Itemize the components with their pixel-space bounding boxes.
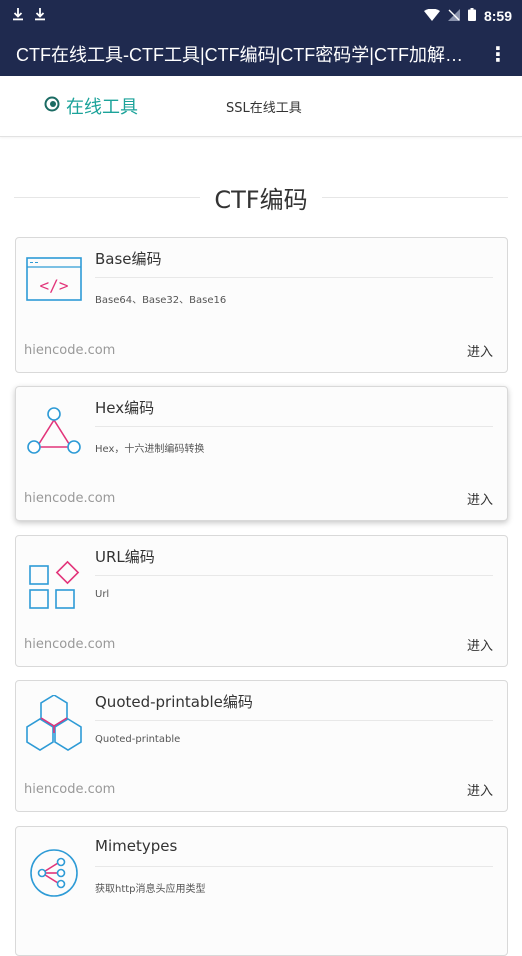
no-signal-icon — [447, 8, 460, 24]
download-icon — [34, 7, 46, 26]
divider — [95, 575, 493, 576]
share-nodes-icon — [24, 841, 84, 901]
card-title: URL编码 — [95, 548, 155, 566]
divider — [95, 277, 493, 278]
card-description: Quoted-printable — [95, 734, 181, 745]
card-description: Base64、Base32、Base16 — [95, 295, 227, 306]
tool-card-base[interactable]: </> Base编码 Base64、Base32、Base16 hiencode… — [15, 237, 508, 373]
divider — [95, 720, 493, 721]
card-footer: hiencode.com 进入 — [24, 489, 493, 508]
squares-diamond-icon — [24, 550, 84, 610]
status-bar: 8:59 — [0, 0, 522, 32]
status-time: 8:59 — [483, 8, 512, 24]
tool-card-mimetypes[interactable]: Mimetypes 获取http消息头应用类型 — [15, 826, 508, 956]
overflow-menu-button[interactable]: ⋮ — [486, 42, 510, 66]
card-title: Quoted-printable编码 — [95, 693, 253, 711]
code-window-icon: </> — [24, 252, 84, 312]
card-footer: hiencode.com 进入 — [24, 780, 493, 799]
tab-online-tools[interactable]: 在线工具 — [44, 93, 138, 119]
app-title: CTF在线工具-CTF工具|CTF编码|CTF密码学|CTF加解… — [16, 45, 463, 65]
enter-link[interactable]: 进入 — [467, 489, 493, 508]
divider — [95, 426, 493, 427]
card-domain: hiencode.com — [24, 782, 116, 797]
section-title: CTF编码 — [214, 186, 308, 214]
hexagons-icon — [24, 694, 84, 755]
wifi-icon — [423, 8, 440, 24]
section-heading: CTF编码 — [14, 180, 509, 215]
tab-label: SSL在线工具 — [226, 100, 302, 116]
tab-label: 在线工具 — [66, 97, 138, 118]
divider — [14, 197, 201, 198]
download-icon — [12, 7, 24, 26]
enter-link[interactable]: 进入 — [467, 780, 493, 799]
svg-text:</>: </> — [40, 276, 69, 295]
card-title: Hex编码 — [95, 399, 155, 417]
tool-card-hex[interactable]: Hex编码 Hex，十六进制编码转换 hiencode.com 进入 — [15, 386, 508, 521]
card-footer: hiencode.com 进入 — [24, 341, 493, 360]
divider — [321, 197, 509, 198]
battery-icon — [467, 8, 476, 24]
card-domain: hiencode.com — [24, 343, 116, 358]
card-description: 获取http消息头应用类型 — [95, 884, 206, 895]
app-bar: CTF在线工具-CTF工具|CTF编码|CTF密码学|CTF加解… ⋮ — [0, 32, 522, 76]
tab-ssl-tools[interactable]: SSL在线工具 — [226, 97, 302, 116]
eye-icon — [44, 96, 60, 117]
tool-card-url[interactable]: URL编码 Url hiencode.com 进入 — [15, 535, 508, 667]
card-title: Mimetypes — [95, 837, 178, 855]
card-footer: hiencode.com 进入 — [24, 635, 493, 654]
enter-link[interactable]: 进入 — [467, 635, 493, 654]
divider — [95, 866, 493, 867]
triangle-nodes-icon — [24, 401, 84, 461]
enter-link[interactable]: 进入 — [467, 341, 493, 360]
card-title: Base编码 — [95, 250, 162, 268]
card-domain: hiencode.com — [24, 491, 116, 506]
tab-bar: 在线工具 SSL在线工具 — [0, 76, 522, 137]
card-domain: hiencode.com — [24, 637, 116, 652]
card-description: Hex，十六进制编码转换 — [95, 444, 205, 455]
card-description: Url — [95, 589, 110, 600]
tool-card-quoted-printable[interactable]: Quoted-printable编码 Quoted-printable hien… — [15, 680, 508, 812]
